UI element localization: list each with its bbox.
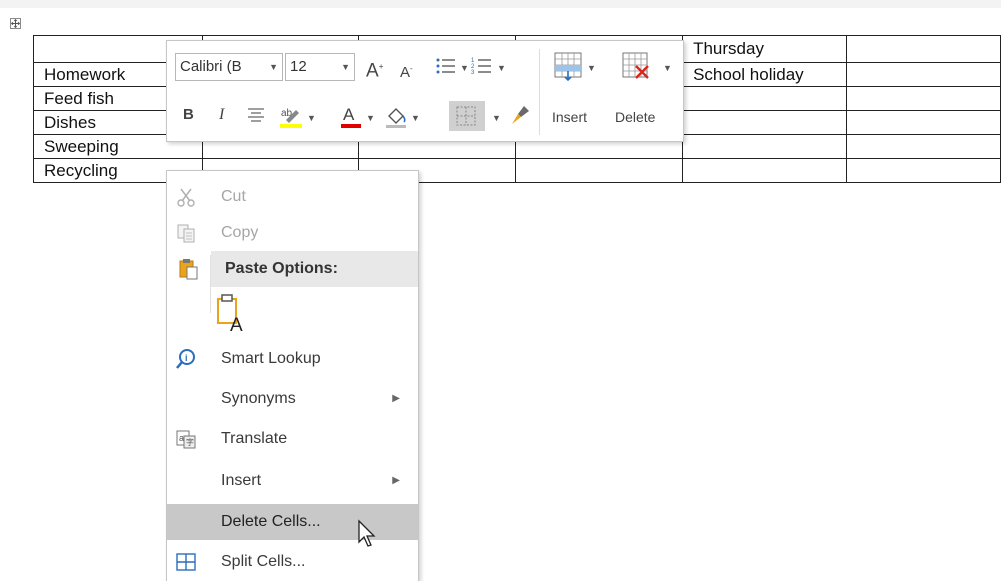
insert-table-icon bbox=[554, 52, 582, 81]
font-color-dropdown-icon[interactable]: ▼ bbox=[366, 113, 375, 123]
grow-font-icon[interactable]: A+ bbox=[366, 57, 383, 81]
context-menu: Cut Copy Paste Options: A i Smart Lookup bbox=[166, 170, 419, 581]
shading-icon[interactable] bbox=[384, 103, 408, 129]
paste-icon bbox=[179, 259, 198, 280]
mouse-cursor-icon bbox=[358, 519, 376, 547]
table-cell[interactable] bbox=[846, 86, 1001, 111]
menu-item-delete-cells-label: Delete Cells... bbox=[221, 513, 321, 530]
ruler-strip bbox=[0, 0, 1001, 8]
borders-button[interactable] bbox=[449, 101, 485, 131]
delete-label: Delete bbox=[615, 109, 656, 125]
menu-item-copy-label: Copy bbox=[221, 224, 259, 241]
svg-text:i: i bbox=[185, 353, 188, 363]
shading-dropdown-icon[interactable]: ▼ bbox=[411, 113, 420, 123]
table-cell[interactable] bbox=[846, 62, 1001, 87]
insert-label: Insert bbox=[552, 109, 588, 125]
table-cell[interactable] bbox=[682, 86, 848, 111]
table-cell[interactable]: School holiday bbox=[682, 62, 848, 87]
numbering-dropdown-icon[interactable]: ▼ bbox=[497, 63, 506, 73]
center-align-icon[interactable] bbox=[247, 107, 265, 123]
font-name-box[interactable]: Calibri (B ▼ bbox=[175, 53, 283, 81]
bullets-icon[interactable] bbox=[435, 55, 457, 77]
smart-lookup-icon: i bbox=[176, 349, 195, 369]
font-name-value: Calibri (B bbox=[180, 58, 242, 75]
menu-item-synonyms-label: Synonyms bbox=[221, 390, 296, 407]
move-arrows-icon bbox=[11, 19, 20, 28]
table-cell[interactable] bbox=[682, 134, 848, 159]
submenu-arrow-icon: ▶ bbox=[392, 475, 400, 486]
toolbar-separator bbox=[539, 49, 540, 135]
table-cell[interactable] bbox=[682, 158, 848, 183]
table-cell[interactable] bbox=[514, 158, 684, 183]
insert-dropdown-icon: ▼ bbox=[587, 63, 596, 73]
menu-item-insert[interactable]: Insert ▶ bbox=[167, 463, 418, 499]
format-painter-icon[interactable] bbox=[510, 103, 532, 127]
menu-item-copy[interactable]: Copy bbox=[167, 215, 418, 251]
shrink-font-icon[interactable]: A- bbox=[400, 59, 413, 83]
insert-button[interactable]: ▼ Insert bbox=[545, 47, 605, 137]
copy-icon bbox=[177, 224, 195, 243]
menu-item-split-cells[interactable]: Split Cells... bbox=[167, 544, 418, 580]
bold-icon[interactable]: B bbox=[183, 105, 194, 125]
table-cell[interactable] bbox=[846, 134, 1001, 159]
svg-text:3: 3 bbox=[471, 70, 475, 76]
svg-text:字: 字 bbox=[186, 437, 194, 447]
menu-item-smart-lookup-label: Smart Lookup bbox=[221, 350, 321, 367]
table-cell[interactable] bbox=[846, 110, 1001, 135]
table-cell[interactable]: Thursday bbox=[682, 35, 848, 63]
scissors-icon bbox=[177, 188, 195, 207]
delete-table-icon bbox=[622, 52, 649, 79]
highlight-icon[interactable]: ab bbox=[278, 103, 304, 129]
paste-options-header: Paste Options: bbox=[211, 251, 418, 287]
menu-item-cut-label: Cut bbox=[221, 188, 246, 205]
mini-toolbar: Calibri (B ▼ 12 ▼ A+ A- ▼ 123 ▼ B I ab ▼… bbox=[166, 40, 684, 142]
svg-text:A: A bbox=[343, 105, 355, 124]
table-cell[interactable] bbox=[682, 110, 848, 135]
borders-icon bbox=[456, 106, 476, 126]
table-cell[interactable] bbox=[846, 35, 1001, 63]
menu-item-split-cells-label: Split Cells... bbox=[221, 553, 306, 570]
paste-gutter bbox=[210, 255, 211, 313]
delete-button[interactable]: ▼ Delete bbox=[607, 47, 677, 137]
table-move-handle[interactable] bbox=[10, 18, 21, 29]
bullets-dropdown-icon[interactable]: ▼ bbox=[460, 63, 469, 73]
italic-icon[interactable]: I bbox=[219, 105, 224, 125]
font-size-value: 12 bbox=[290, 58, 307, 75]
menu-item-cut[interactable]: Cut bbox=[167, 179, 418, 215]
split-cells-icon bbox=[176, 553, 196, 571]
translate-icon: a 字 bbox=[176, 430, 196, 449]
table-cell[interactable] bbox=[846, 158, 1001, 183]
font-name-dropdown-icon[interactable]: ▼ bbox=[269, 54, 278, 80]
menu-item-synonyms[interactable]: Synonyms ▶ bbox=[167, 381, 418, 417]
svg-text:A: A bbox=[230, 315, 243, 333]
paste-options-label: Paste Options: bbox=[225, 260, 338, 277]
submenu-arrow-icon: ▶ bbox=[392, 393, 400, 404]
font-size-box[interactable]: 12 ▼ bbox=[285, 53, 355, 81]
svg-text:a: a bbox=[179, 433, 184, 443]
numbering-icon[interactable]: 123 bbox=[471, 55, 493, 77]
paste-keep-text-icon: A bbox=[217, 294, 243, 336]
menu-item-smart-lookup[interactable]: i Smart Lookup bbox=[167, 341, 418, 377]
menu-item-insert-label: Insert bbox=[221, 472, 262, 489]
borders-dropdown-icon[interactable]: ▼ bbox=[492, 113, 501, 123]
delete-dropdown-icon: ▼ bbox=[663, 63, 672, 73]
keep-text-only-button[interactable]: A bbox=[215, 293, 251, 336]
font-size-dropdown-icon[interactable]: ▼ bbox=[341, 54, 350, 80]
font-color-icon[interactable]: A bbox=[339, 103, 363, 129]
highlight-dropdown-icon[interactable]: ▼ bbox=[307, 113, 316, 123]
menu-item-translate[interactable]: a 字 Translate bbox=[167, 421, 418, 457]
menu-item-translate-label: Translate bbox=[221, 430, 288, 447]
